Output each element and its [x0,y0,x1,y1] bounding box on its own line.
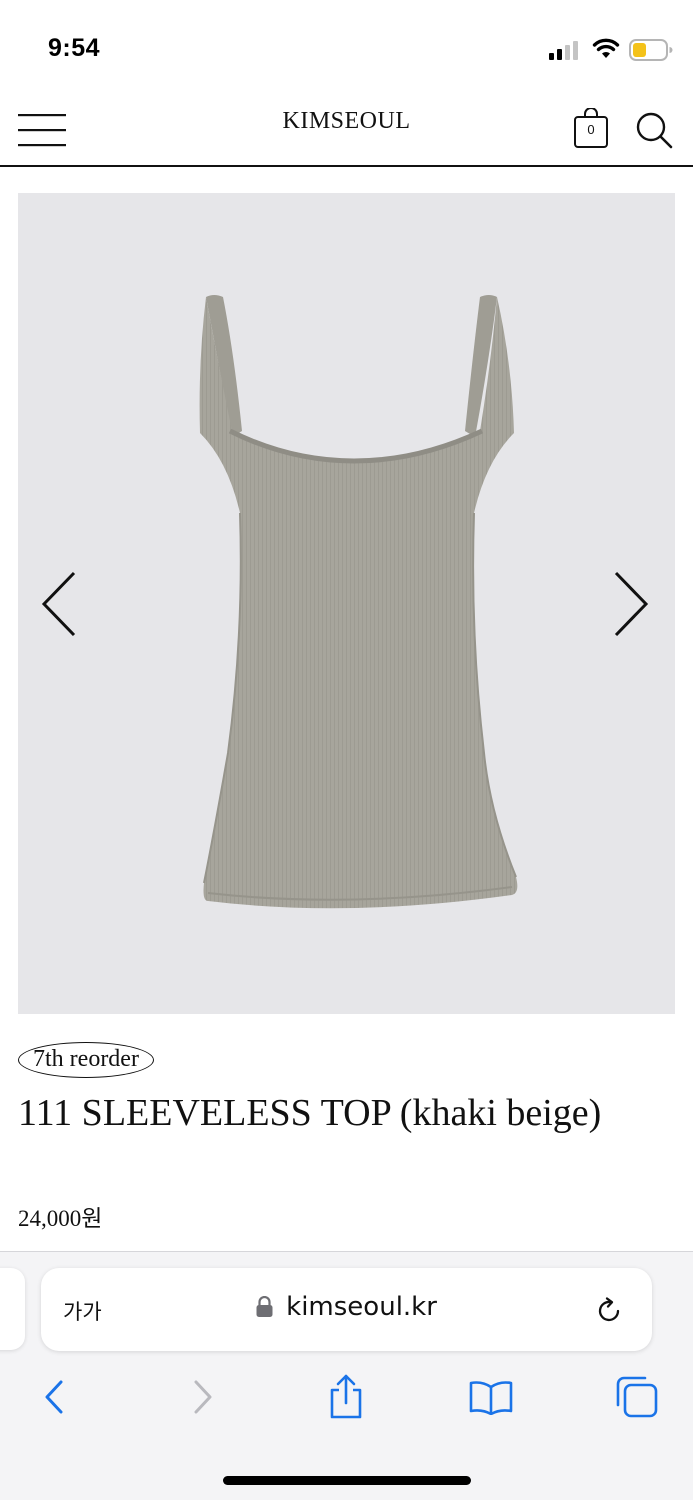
status-time: 9:54 [48,34,101,62]
url-display[interactable]: kimseoul.kr [41,1292,652,1322]
home-indicator [223,1476,471,1485]
product-image [199,295,518,909]
share-button[interactable] [321,1372,371,1422]
forward-button[interactable] [178,1372,228,1422]
lock-icon [256,1296,273,1317]
signal-icon [549,41,578,60]
search-icon[interactable] [634,110,674,150]
back-button[interactable] [29,1372,79,1422]
url-text: kimseoul.kr [286,1292,437,1322]
product-price: 24,000원 [18,1206,103,1231]
cart-button[interactable]: 0 [573,108,609,148]
status-bar: 9:54 [0,0,693,90]
bookmarks-icon [469,1381,513,1415]
previous-tab-preview[interactable] [0,1268,25,1350]
bookmarks-button[interactable] [466,1372,516,1422]
browser-toolbar: 가가 kimseoul.kr [0,1251,693,1500]
forward-icon [194,1380,212,1414]
menu-icon[interactable] [18,112,66,148]
reorder-badge: 7th reorder [18,1042,154,1078]
product-gallery[interactable] [18,193,675,1014]
tabs-icon [616,1376,658,1418]
address-bar[interactable]: 가가 kimseoul.kr [41,1268,652,1351]
product-title: 111 SLEEVELESS TOP (khaki beige) [18,1092,602,1134]
wifi-icon [592,38,620,58]
back-icon [45,1380,63,1414]
battery-icon [629,39,673,61]
share-icon [330,1374,362,1419]
site-header: KIMSEOUL 0 [0,90,693,167]
chevron-left-icon[interactable] [40,569,80,639]
cart-count: 0 [587,122,595,137]
reload-icon[interactable] [595,1296,625,1326]
tabs-button[interactable] [612,1372,662,1422]
chevron-right-icon[interactable] [610,569,650,639]
